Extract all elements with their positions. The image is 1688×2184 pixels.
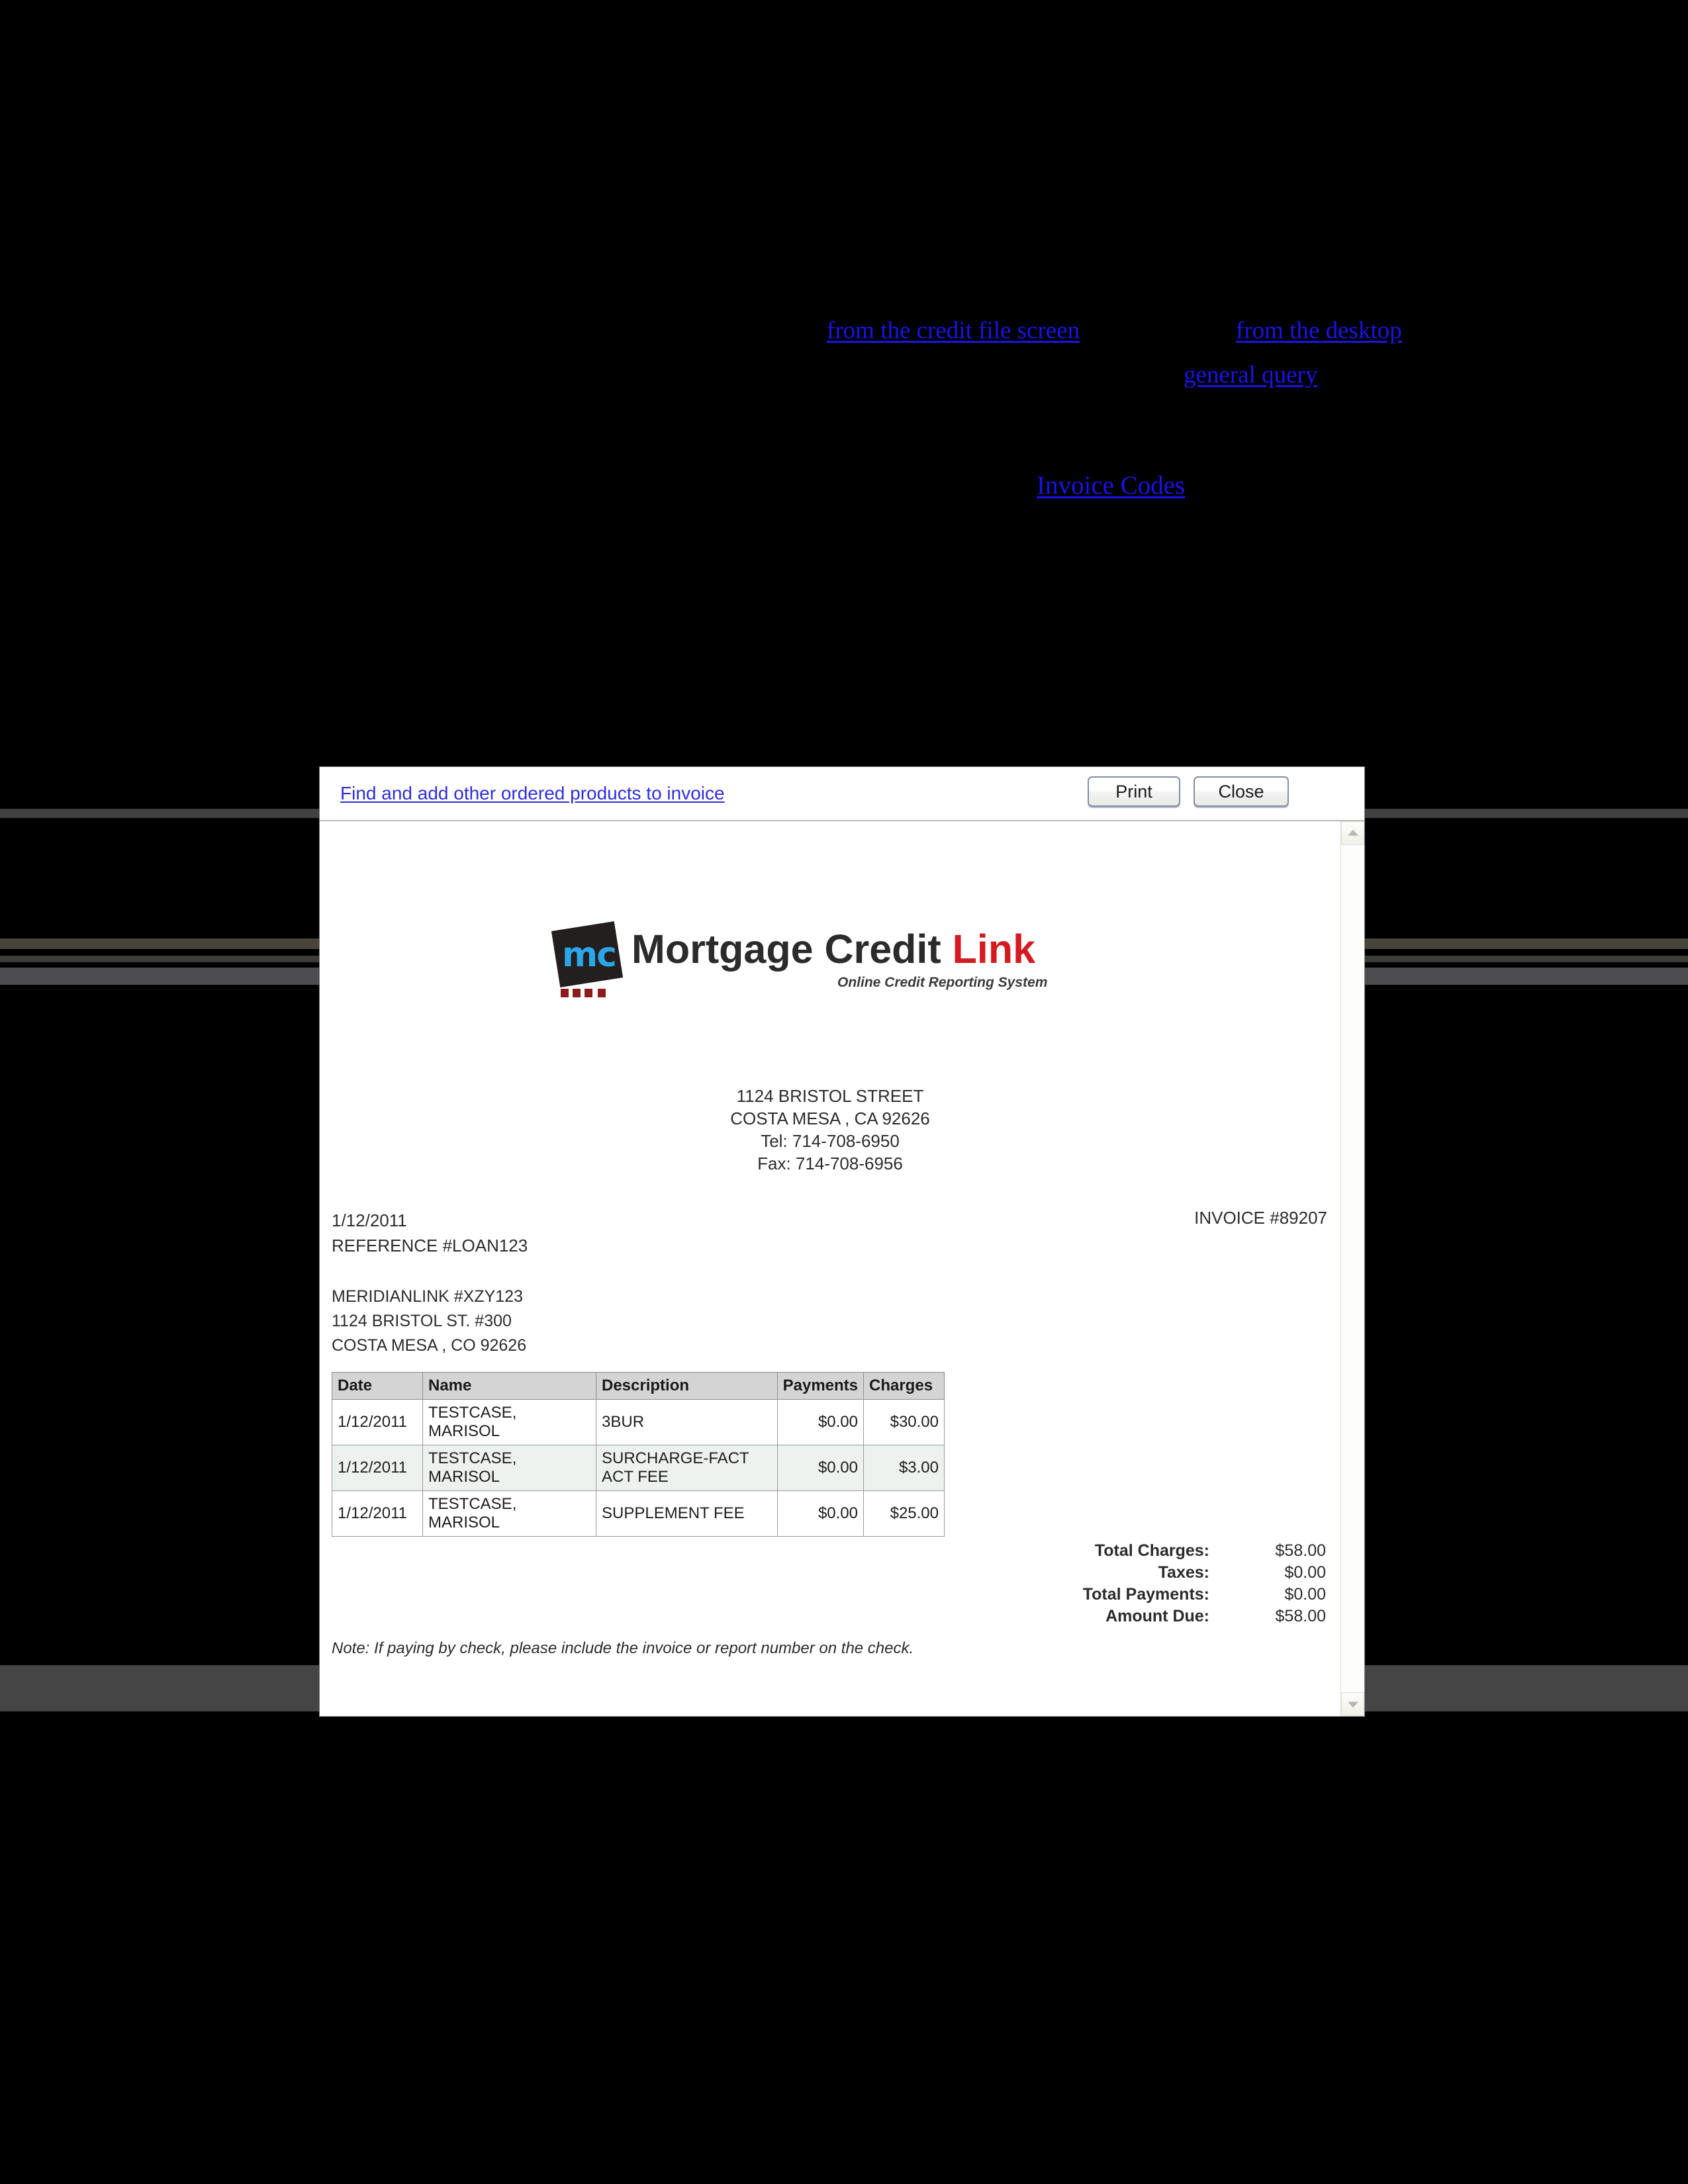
cell-date: 1/12/2011 <box>332 1445 423 1491</box>
invoice-meta-left: 1/12/2011 REFERENCE #LOAN123 <box>332 1208 528 1258</box>
invoice-date: 1/12/2011 <box>332 1210 407 1230</box>
totals-label: Taxes: <box>1158 1563 1209 1582</box>
cell-charges: $30.00 <box>863 1399 945 1445</box>
totals-value: $58.00 <box>1275 1541 1326 1560</box>
column-header-description: Description <box>596 1372 778 1400</box>
dialog-toolbar: Find and add other ordered products to i… <box>320 767 1364 821</box>
table-header-row: Date Name Description Payments Charges <box>332 1372 945 1400</box>
table-row: 1/12/2011 TESTCASE, MARISOL SURCHARGE-FACT… <box>332 1445 945 1491</box>
scrollbar-track[interactable] <box>1341 845 1364 1692</box>
close-button[interactable]: Close <box>1194 776 1289 807</box>
table-row: 1/12/2011 TESTCASE, MARISOL 3BUR $0.00 $30.0… <box>332 1399 945 1445</box>
invoice-reference: REFERENCE #LOAN123 <box>332 1236 528 1255</box>
totals-value: $0.00 <box>1284 1563 1326 1582</box>
column-header-payments: Payments <box>776 1372 865 1400</box>
link-from-credit-file-screen[interactable]: from the credit file screen <box>827 316 1080 345</box>
cell-charges: $3.00 <box>863 1445 945 1491</box>
totals-label: Amount Due: <box>1105 1607 1209 1625</box>
totals-value: $58.00 <box>1275 1607 1326 1625</box>
cell-payments: $0.00 <box>776 1399 865 1445</box>
totals-row: Total Payments: $0.00 <box>1083 1584 1326 1606</box>
cell-name: TESTCASE, MARISOL <box>422 1490 596 1537</box>
logo-mark-blocks-icon <box>561 989 614 997</box>
logo-word-primary: Mortgage Credit <box>632 927 953 972</box>
company-address: 1124 BRISTOL STREET COSTA MESA , CA 9262… <box>320 1085 1340 1175</box>
cell-name: TESTCASE, MARISOL <box>422 1399 596 1445</box>
print-button[interactable]: Print <box>1088 776 1180 807</box>
company-street: 1124 BRISTOL STREET <box>736 1086 924 1106</box>
company-tel: Tel: 714-708-6950 <box>761 1131 900 1151</box>
invoice-dialog: Find and add other ordered products to i… <box>319 766 1365 1717</box>
bill-to-line-1: MERIDIANLINK #XZY123 <box>332 1287 523 1306</box>
cell-name: TESTCASE, MARISOL <box>422 1445 596 1491</box>
cell-description: SUPPLEMENT FEE <box>596 1490 778 1537</box>
cell-date: 1/12/2011 <box>332 1399 423 1445</box>
logo-wordmark: Mortgage Credit Link <box>632 926 1035 972</box>
invoice-note: Note: If paying by check, please include… <box>332 1639 914 1657</box>
top-links-area: from the credit file screen from the des… <box>0 0 1688 543</box>
find-and-add-products-link[interactable]: Find and add other ordered products to i… <box>340 783 725 804</box>
bill-to-line-2: 1124 BRISTOL ST. #300 <box>332 1312 512 1330</box>
company-fax: Fax: 714-708-6956 <box>757 1154 903 1173</box>
totals-body: Total Charges: $58.00 Taxes: $0.00 Total Pay… <box>1083 1540 1326 1627</box>
column-header-name: Name <box>422 1372 596 1400</box>
column-header-date: Date <box>332 1372 423 1400</box>
logo-mark-text: mc <box>562 935 617 975</box>
invoice-line-items-table: Date Name Description Payments Charges 1… <box>332 1372 945 1537</box>
totals-row: Taxes: $0.00 <box>1083 1562 1326 1584</box>
cell-payments: $0.00 <box>776 1490 865 1537</box>
link-general-query[interactable]: general query <box>1184 361 1317 389</box>
cell-payments: $0.00 <box>776 1445 865 1491</box>
cell-date: 1/12/2011 <box>332 1490 423 1537</box>
cell-description: 3BUR <box>596 1399 778 1445</box>
invoice-sheet: mc Mortgage Credit Link Online Credit Re… <box>320 821 1340 1716</box>
totals-row: Amount Due: $58.00 <box>1083 1606 1326 1627</box>
link-from-the-desktop[interactable]: from the desktop <box>1236 316 1402 345</box>
invoice-table-body: 1/12/2011 TESTCASE, MARISOL 3BUR $0.00 $30.0… <box>332 1399 945 1537</box>
dialog-body: mc Mortgage Credit Link Online Credit Re… <box>320 821 1364 1716</box>
cell-description: SURCHARGE-FACT ACT FEE <box>596 1445 778 1491</box>
invoice-meta: 1/12/2011 REFERENCE #LOAN123 INVOICE #89… <box>332 1208 1327 1267</box>
invoice-number: INVOICE #89207 <box>1194 1208 1327 1228</box>
company-logo: mc Mortgage Credit Link Online Credit Re… <box>551 921 1098 1001</box>
column-header-charges: Charges <box>863 1372 945 1400</box>
totals-label: Total Charges: <box>1094 1541 1209 1560</box>
invoice-totals: Total Charges: $58.00 Taxes: $0.00 Total Pay… <box>1083 1540 1326 1627</box>
totals-value: $0.00 <box>1284 1585 1326 1604</box>
vertical-scrollbar[interactable] <box>1340 821 1364 1716</box>
totals-row: Total Charges: $58.00 <box>1083 1540 1326 1562</box>
scroll-down-icon[interactable] <box>1341 1692 1364 1716</box>
cell-charges: $25.00 <box>863 1490 945 1537</box>
company-city-state-zip: COSTA MESA , CA 92626 <box>730 1109 930 1128</box>
totals-label: Total Payments: <box>1082 1585 1209 1604</box>
bill-to-address: MERIDIANLINK #XZY123 1124 BRISTOL ST. #3… <box>332 1285 526 1358</box>
scroll-up-icon[interactable] <box>1341 821 1364 845</box>
logo-tagline: Online Credit Reporting System <box>837 975 1048 990</box>
logo-word-accent: Link <box>952 927 1036 972</box>
table-row: 1/12/2011 TESTCASE, MARISOL SUPPLEMENT FEE… <box>332 1490 945 1537</box>
bill-to-line-3: COSTA MESA , CO 92626 <box>332 1336 527 1355</box>
link-invoice-codes[interactable]: Invoice Codes <box>1037 471 1185 500</box>
